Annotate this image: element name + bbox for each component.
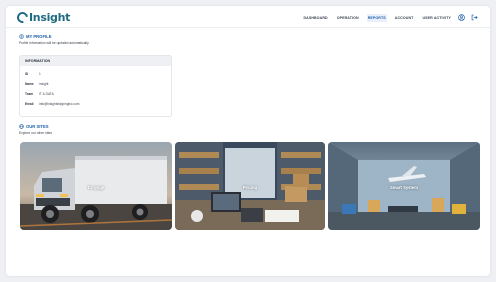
main-nav: DASHBOARD OPERATION REPORTS ACCOUNT USER…: [295, 12, 478, 23]
info-row-team: Team IT & DATA: [25, 92, 54, 96]
nav-account[interactable]: ACCOUNT: [394, 14, 415, 22]
information-card: INFORMATION ID 1 Name Insight Team IT & …: [19, 55, 172, 117]
info-key: Email: [25, 102, 34, 106]
info-row-id: ID 1: [25, 72, 41, 76]
app-frame: Insight DASHBOARD OPERATION REPORTS ACCO…: [6, 6, 490, 276]
site-card-drayage[interactable]: Drayage: [20, 142, 172, 230]
sites-subtitle: Explore our other sites: [19, 131, 52, 135]
logo-mark-icon: [14, 9, 31, 26]
nav-reports[interactable]: REPORTS: [366, 13, 387, 22]
top-navbar: Insight DASHBOARD OPERATION REPORTS ACCO…: [6, 6, 490, 28]
nav-user-activity[interactable]: USER ACTIVITY: [421, 14, 452, 22]
site-card-pricing[interactable]: Pricing: [175, 142, 325, 230]
sites-section-title: OUR SITES: [19, 124, 49, 129]
profile-section-title: MY PROFILE: [19, 34, 52, 39]
site-card-smart-system[interactable]: Smart System: [328, 142, 480, 230]
site-label: Pricing: [242, 185, 258, 190]
info-row-email: Email info@insightshippinginc.com: [25, 102, 79, 106]
logo-text: Insight: [29, 11, 71, 24]
info-row-name: Name Insight: [25, 82, 48, 86]
info-value: Insight: [39, 82, 49, 86]
info-key: Name: [25, 82, 34, 86]
info-key: ID: [25, 72, 29, 76]
sites-title: OUR SITES: [26, 124, 49, 129]
site-label: Drayage: [87, 185, 105, 190]
profile-title: MY PROFILE: [26, 34, 52, 39]
information-card-title: INFORMATION: [20, 56, 171, 66]
logo[interactable]: Insight: [14, 9, 71, 26]
info-value: 1: [39, 72, 41, 76]
nav-dashboard[interactable]: DASHBOARD: [302, 14, 328, 22]
nav-operation[interactable]: OPERATION: [336, 14, 360, 22]
info-value: info@insightshippinginc.com: [39, 102, 80, 106]
site-label: Smart System: [390, 185, 418, 190]
info-key: Team: [25, 92, 34, 96]
user-circle-icon[interactable]: [458, 14, 465, 21]
profile-subtitle: Profile information will be updated auto…: [19, 41, 90, 45]
logout-icon[interactable]: [471, 14, 478, 21]
info-value: IT & DATA: [39, 92, 54, 96]
globe-icon: [19, 124, 24, 129]
profile-icon: [19, 34, 24, 39]
